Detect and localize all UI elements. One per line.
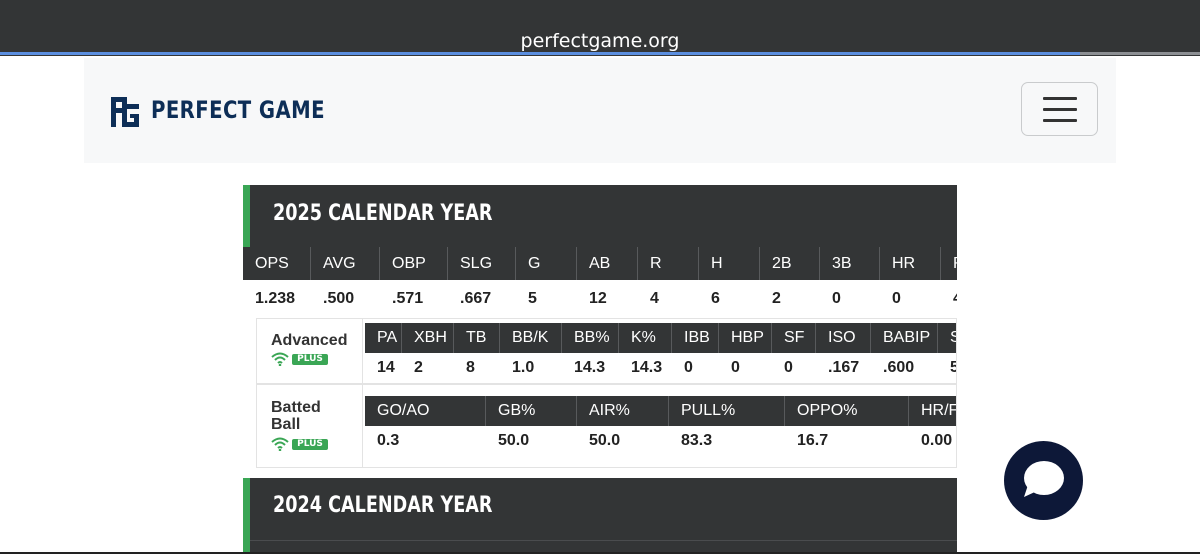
stat-header: SLG [448, 247, 516, 280]
stat-header: AVG [311, 247, 380, 280]
stat-header: AB [577, 247, 638, 280]
stat-header: OBP [380, 247, 448, 280]
advanced-header: S [938, 323, 956, 353]
main-stats-value-row: 1.238 .500 .571 .667 5 12 4 6 2 0 0 4 [243, 280, 957, 317]
batted-ball-value: 0.3 [377, 432, 400, 449]
section-header-2024: 2024 CALENDAR YEAR [243, 478, 957, 554]
stat-header: 2B [760, 247, 820, 280]
batted-ball-header: GB% [486, 396, 577, 426]
advanced-header: TB [454, 323, 500, 353]
stat-value: 12 [589, 289, 607, 307]
batted-ball-value: 50.0 [589, 432, 621, 449]
accent-bar [243, 185, 250, 247]
stat-value: .667 [460, 289, 492, 307]
stat-header: R [941, 247, 957, 280]
advanced-value: 8 [466, 359, 475, 376]
advanced-header: BABIP [871, 323, 938, 353]
batted-ball-header: OPPO% [785, 396, 909, 426]
advanced-header: BB% [562, 323, 619, 353]
main-stats-header-row: OPS AVG OBP SLG G AB R H 2B 3B HR R [243, 247, 957, 280]
advanced-value: 14.3 [574, 359, 606, 376]
page-load-progress [0, 52, 1080, 55]
divider [362, 319, 363, 383]
advanced-value: 14 [377, 359, 395, 376]
batted-ball-value: 83.3 [681, 432, 713, 449]
batted-ball-value: 16.7 [797, 432, 829, 449]
stat-value: 0 [832, 289, 841, 307]
section-header-2025: 2025 CALENDAR YEAR [243, 185, 957, 247]
advanced-value: 0 [784, 359, 793, 376]
stat-header: G [516, 247, 577, 280]
batted-ball-value: 50.0 [498, 432, 530, 449]
batted-ball-panel: Batted Ball PLUS GO/AO GB% AIR% PULL% OP… [256, 384, 957, 468]
advanced-value: 2 [414, 359, 423, 376]
advanced-label: Advanced [271, 332, 348, 349]
stat-header: R [638, 247, 699, 280]
batted-ball-header: PULL% [669, 396, 785, 426]
batted-ball-value-row: 0.3 50.0 50.0 83.3 16.7 0.00 [365, 426, 956, 456]
stat-value: .500 [323, 289, 355, 307]
stat-value: 2 [772, 289, 781, 307]
stat-header: OPS [243, 247, 311, 280]
batted-ball-header-row: GO/AO GB% AIR% PULL% OPPO% HR/F [365, 396, 956, 426]
plus-tag: PLUS [292, 354, 328, 365]
divider [362, 385, 363, 467]
advanced-header: HBP [719, 323, 772, 353]
batted-ball-header: AIR% [577, 396, 669, 426]
wifi-signal-icon [271, 437, 289, 451]
advanced-header: BB/K [500, 323, 562, 353]
advanced-value: 1.0 [512, 359, 535, 376]
hamburger-menu-icon [1043, 108, 1077, 111]
hamburger-menu-button[interactable] [1021, 82, 1098, 136]
batted-ball-header: GO/AO [365, 396, 486, 426]
next-row-divider [250, 540, 957, 541]
stat-value: 5 [528, 289, 537, 307]
advanced-value: .600 [883, 359, 915, 376]
batted-ball-header: HR/F [909, 396, 956, 426]
wifi-signal-icon [271, 352, 289, 366]
advanced-header: IBB [672, 323, 719, 353]
advanced-value-row: 14 2 8 1.0 14.3 14.3 0 0 0 .167 .600 5 [365, 353, 956, 383]
advanced-stats-panel: Advanced PLUS PA XBH TB BB/K BB% K% IBB … [256, 318, 957, 384]
main-stats-table: OPS AVG OBP SLG G AB R H 2B 3B HR R 1.23… [243, 247, 957, 317]
stat-value: .571 [392, 289, 424, 307]
advanced-value: 0 [731, 359, 740, 376]
advanced-header: SF [772, 323, 816, 353]
advanced-value: 5 [938, 353, 956, 383]
stat-value: 1.238 [255, 289, 296, 307]
chat-bubble-icon [1024, 461, 1064, 497]
stat-value: 4 [941, 280, 957, 317]
advanced-header-row: PA XBH TB BB/K BB% K% IBB HBP SF ISO BAB… [365, 323, 956, 353]
stat-value: 4 [650, 289, 659, 307]
browser-top-bar: perfectgame.org [0, 0, 1200, 56]
advanced-value: .167 [828, 359, 860, 376]
section-title: 2025 CALENDAR YEAR [273, 201, 493, 226]
batted-ball-label: Batted Ball [271, 399, 321, 433]
advanced-value: 14.3 [631, 359, 663, 376]
hamburger-menu-icon [1043, 97, 1077, 100]
stat-header: H [699, 247, 760, 280]
advanced-header: ISO [816, 323, 871, 353]
site-header: PERFECT GAME [84, 58, 1116, 163]
accent-bar [243, 478, 250, 554]
url-bar[interactable]: perfectgame.org [0, 30, 1200, 52]
chat-button[interactable] [1004, 441, 1083, 520]
advanced-value: 0 [684, 359, 693, 376]
batted-ball-value: 0.00 [921, 432, 953, 449]
hamburger-menu-icon [1043, 119, 1077, 122]
advanced-header: PA [365, 323, 402, 353]
pg-logo-icon[interactable] [110, 96, 140, 128]
section-title: 2024 CALENDAR YEAR [273, 493, 493, 518]
plus-tag: PLUS [292, 439, 328, 450]
advanced-header: K% [619, 323, 672, 353]
stat-value: 6 [711, 289, 720, 307]
advanced-header: XBH [402, 323, 454, 353]
stat-header: HR [880, 247, 941, 280]
stat-value: 0 [892, 289, 901, 307]
stat-header: 3B [820, 247, 880, 280]
logo-text[interactable]: PERFECT GAME [151, 96, 325, 124]
